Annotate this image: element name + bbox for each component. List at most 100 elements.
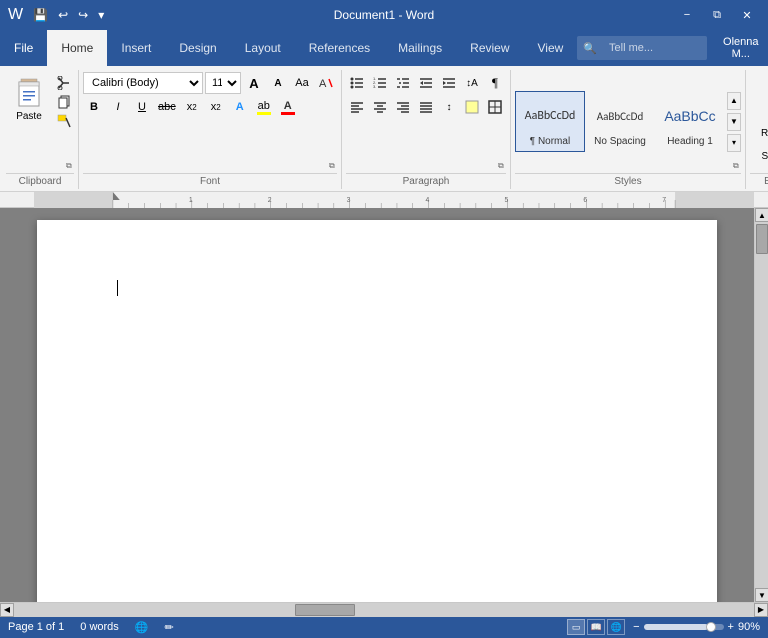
paste-button[interactable]: Paste (6, 72, 52, 125)
h-scroll-thumb[interactable] (295, 604, 355, 616)
justify-button[interactable] (415, 96, 437, 118)
read-mode-button[interactable]: 📖 (587, 619, 605, 635)
doc-area: ▲ ▼ (0, 208, 768, 602)
undo-quick-button[interactable]: ↩ (54, 6, 72, 24)
tab-home[interactable]: Home (47, 30, 107, 66)
replace-button[interactable]: Replace (754, 125, 768, 142)
tab-insert[interactable]: Insert (107, 30, 165, 66)
svg-text:A: A (319, 78, 327, 90)
tab-review[interactable]: Review (456, 30, 523, 66)
subscript-button[interactable]: x2 (181, 96, 203, 118)
font-controls: Calibri (Body) 11 A A Aa A B I U (83, 72, 337, 118)
tab-references[interactable]: References (295, 30, 384, 66)
scroll-up-button[interactable]: ▲ (755, 208, 768, 222)
align-left-button[interactable] (346, 96, 368, 118)
tab-design[interactable]: Design (165, 30, 230, 66)
scroll-thumb[interactable] (756, 224, 768, 254)
restore-button[interactable]: ⧉ (704, 5, 730, 25)
superscript-button[interactable]: x2 (205, 96, 227, 118)
highlight-color-button[interactable]: ab (253, 96, 275, 118)
user-account-button[interactable]: Olenna M... (715, 32, 766, 64)
increase-font-button[interactable]: A (243, 72, 265, 94)
text-effects-button[interactable]: A (229, 96, 251, 118)
style-no-spacing[interactable]: AaBbCcDd No Spacing (585, 91, 655, 152)
window-title: Document1 - Word (334, 8, 434, 22)
shading-button[interactable] (461, 96, 483, 118)
sort-button[interactable]: ↕A (461, 72, 483, 94)
tab-mailings[interactable]: Mailings (384, 30, 456, 66)
bold-button[interactable]: B (83, 96, 105, 118)
select-button[interactable]: Select ▾ (755, 148, 768, 165)
quick-access-toolbar: W 💾 ↩ ↪ ▾ (8, 6, 108, 24)
styles-scroll-up[interactable]: ▲ (727, 92, 741, 110)
scroll-right-button[interactable]: ▶ (754, 603, 768, 617)
decrease-font-button[interactable]: A (267, 72, 289, 94)
cut-button[interactable] (54, 74, 74, 92)
window-controls: − ⧉ ✕ (674, 5, 760, 25)
font-size-select[interactable]: 11 (205, 72, 241, 94)
ribbon-tabs: File Home Insert Design Layout Reference… (0, 30, 577, 66)
styles-scroll-down[interactable]: ▼ (727, 113, 741, 131)
svg-text:2: 2 (268, 196, 272, 203)
zoom-in-button[interactable]: + (728, 621, 734, 633)
bullets-button[interactable] (346, 72, 368, 94)
zoom-controls: − + 90% (633, 621, 760, 633)
font-family-select[interactable]: Calibri (Body) (83, 72, 203, 94)
close-button[interactable]: ✕ (734, 5, 760, 25)
doc-page[interactable] (37, 220, 717, 602)
strikethrough-button[interactable]: abc (155, 96, 179, 118)
clipboard-expand-icon[interactable]: ⧉ (66, 161, 76, 171)
style-no-spacing-label: No Spacing (594, 136, 646, 147)
word-count: 0 words (80, 621, 119, 633)
ruler: 1 2 3 4 5 6 7 (0, 192, 768, 208)
align-right-button[interactable] (392, 96, 414, 118)
numbering-button[interactable]: 1.2.3. (369, 72, 391, 94)
editing-section-inner: Find Replace Select ▾ (754, 78, 768, 165)
redo-quick-button[interactable]: ↪ (74, 6, 92, 24)
styles-expand-icon[interactable]: ⧉ (733, 161, 743, 171)
minimize-button[interactable]: − (674, 5, 700, 25)
style-normal-label: ¶ Normal (530, 136, 570, 147)
word-icon: W (8, 6, 23, 24)
find-button[interactable]: Find (763, 78, 768, 119)
clipboard-content: Paste (6, 70, 74, 173)
font-color-button[interactable]: A (277, 96, 299, 118)
print-layout-button[interactable]: ▭ (567, 619, 585, 635)
font-row-1: Calibri (Body) 11 A A Aa A (83, 72, 337, 94)
paragraph-group: 1.2.3. ↕A ¶ (342, 70, 511, 189)
style-heading1[interactable]: AaBbCc Heading 1 (655, 91, 725, 152)
para-row-2: ↕ (346, 96, 506, 118)
change-case-button[interactable]: Aa (291, 72, 313, 94)
increase-indent-button[interactable] (438, 72, 460, 94)
copy-button[interactable] (54, 93, 74, 111)
scroll-left-button[interactable]: ◀ (0, 603, 14, 617)
scroll-down-button[interactable]: ▼ (755, 588, 768, 602)
underline-button[interactable]: U (131, 96, 153, 118)
zoom-out-button[interactable]: − (633, 621, 639, 633)
borders-button[interactable] (484, 96, 506, 118)
save-quick-button[interactable]: 💾 (29, 6, 52, 24)
italic-button[interactable]: I (107, 96, 129, 118)
h-scroll-track (14, 603, 754, 617)
styles-expand[interactable]: ▾ (727, 134, 741, 152)
title-bar: W 💾 ↩ ↪ ▾ Document1 - Word − ⧉ ✕ (0, 0, 768, 30)
file-tab[interactable]: File (0, 30, 47, 66)
format-painter-button[interactable] (54, 112, 74, 130)
zoom-slider-thumb[interactable] (706, 622, 716, 632)
show-marks-button[interactable]: ¶ (484, 72, 506, 94)
paragraph-content: 1.2.3. ↕A ¶ (346, 70, 506, 173)
multilevel-list-button[interactable] (392, 72, 414, 94)
tab-layout[interactable]: Layout (231, 30, 295, 66)
tab-view[interactable]: View (524, 30, 578, 66)
web-layout-button[interactable]: 🌐 (607, 619, 625, 635)
font-expand-icon[interactable]: ⧉ (329, 161, 339, 171)
decrease-indent-button[interactable] (415, 72, 437, 94)
clear-formatting-button[interactable]: A (315, 72, 337, 94)
customize-quick-button[interactable]: ▾ (94, 6, 108, 24)
para-row-1: 1.2.3. ↕A ¶ (346, 72, 506, 94)
tell-me-input[interactable] (601, 38, 701, 58)
paragraph-expand-icon[interactable]: ⧉ (498, 161, 508, 171)
align-center-button[interactable] (369, 96, 391, 118)
line-spacing-button[interactable]: ↕ (438, 96, 460, 118)
style-normal[interactable]: AaBbCcDd ¶ Normal (515, 91, 585, 152)
